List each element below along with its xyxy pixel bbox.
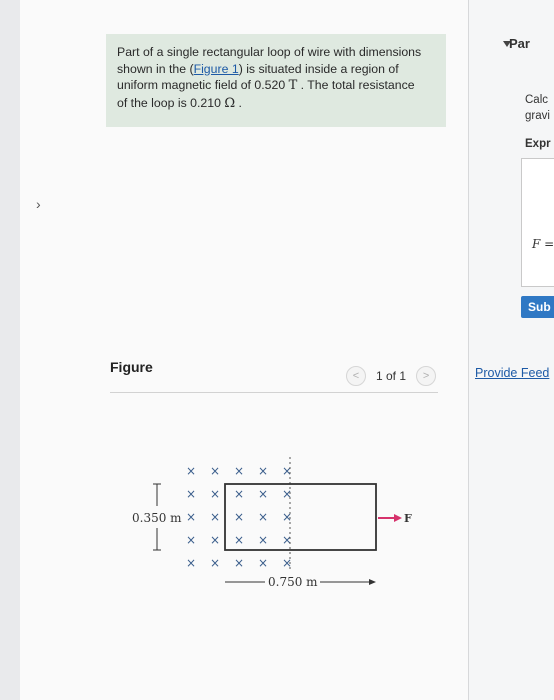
- answer-input-box[interactable]: F =: [521, 158, 554, 287]
- force-label: F: [404, 512, 412, 525]
- wire-loop: [224, 483, 377, 551]
- unit-tesla: T: [288, 78, 298, 93]
- figure-pager: < 1 of 1 >: [346, 366, 437, 386]
- figure-divider: [110, 392, 438, 393]
- field-x-mark: ×: [282, 487, 292, 501]
- field-x-mark: ×: [210, 556, 220, 570]
- field-x-mark: ×: [186, 533, 196, 547]
- width-dim-arrowhead: [369, 579, 376, 585]
- chevron-right-icon: >: [422, 369, 430, 382]
- problem-line-2a: shown in the (: [117, 61, 194, 76]
- field-x-mark: ×: [282, 464, 292, 478]
- submit-button[interactable]: Sub: [521, 296, 554, 318]
- provide-feedback-link[interactable]: Provide Feed: [475, 366, 549, 380]
- field-x-mark: ×: [258, 533, 268, 547]
- field-x-mark: ×: [210, 533, 220, 547]
- field-x-mark: ×: [258, 464, 268, 478]
- field-x-mark: ×: [258, 510, 268, 524]
- answer-variable: F =: [532, 237, 554, 251]
- field-x-mark: ×: [210, 487, 220, 501]
- field-x-mark: ×: [234, 533, 244, 547]
- express-label: Expr: [525, 138, 551, 150]
- field-x-mark: ×: [234, 464, 244, 478]
- field-x-mark: ×: [210, 510, 220, 524]
- problem-line-1: Part of a single rectangular loop of wir…: [117, 45, 422, 59]
- figure-title: Figure: [110, 359, 153, 375]
- answer-panel: Par Calc gravi Expr F = Sub Provide Feed: [469, 0, 554, 700]
- problem-line-4a: of the loop is 0.210: [117, 95, 221, 110]
- pager-text: 1 of 1: [376, 369, 407, 383]
- left-gutter: [0, 0, 20, 700]
- force-arrowhead: [394, 514, 402, 522]
- field-x-mark: ×: [234, 556, 244, 570]
- width-label: 0.750 m: [268, 575, 318, 589]
- height-label: 0.350 m: [132, 511, 182, 525]
- field-x-mark: ×: [234, 487, 244, 501]
- field-x-mark: ×: [234, 510, 244, 524]
- problem-line-4b: .: [238, 95, 242, 110]
- field-x-mark: ×: [210, 464, 220, 478]
- expand-chevron-icon[interactable]: ›: [36, 196, 41, 212]
- problem-statement: Part of a single rectangular loop of wir…: [106, 34, 446, 127]
- question-line-2: gravi: [525, 110, 550, 122]
- field-x-mark: ×: [186, 510, 196, 524]
- unit-ohm: Ω: [224, 95, 236, 111]
- field-x-mark: ×: [282, 556, 292, 570]
- chevron-left-icon: <: [352, 369, 360, 382]
- field-x-mark: ×: [282, 533, 292, 547]
- question-line-1: Calc: [525, 94, 549, 106]
- loop-figure: × × × × × × × × × × × × × × × × × × × × × × × × × 0.350 m 0.750 …: [132, 457, 412, 589]
- next-figure-button[interactable]: >: [416, 366, 437, 386]
- problem-line-2b: ) is situated inside a region of: [238, 61, 399, 76]
- figure-1-link[interactable]: Figure 1: [194, 62, 239, 76]
- problem-line-3a: uniform magnetic field of 0.520: [117, 78, 286, 92]
- magnetic-field-x-marks: × × × × × × × × × × × × × × × × × × × × × × × × ×: [186, 464, 292, 570]
- part-header[interactable]: Par: [509, 36, 530, 51]
- field-x-mark: ×: [282, 510, 292, 524]
- field-x-mark: ×: [258, 556, 268, 570]
- field-x-mark: ×: [186, 487, 196, 501]
- field-x-mark: ×: [186, 464, 196, 478]
- prev-figure-button[interactable]: <: [346, 366, 366, 386]
- field-x-mark: ×: [258, 487, 268, 501]
- problem-line-3b: . The total resistance: [300, 78, 415, 92]
- field-x-mark: ×: [186, 556, 196, 570]
